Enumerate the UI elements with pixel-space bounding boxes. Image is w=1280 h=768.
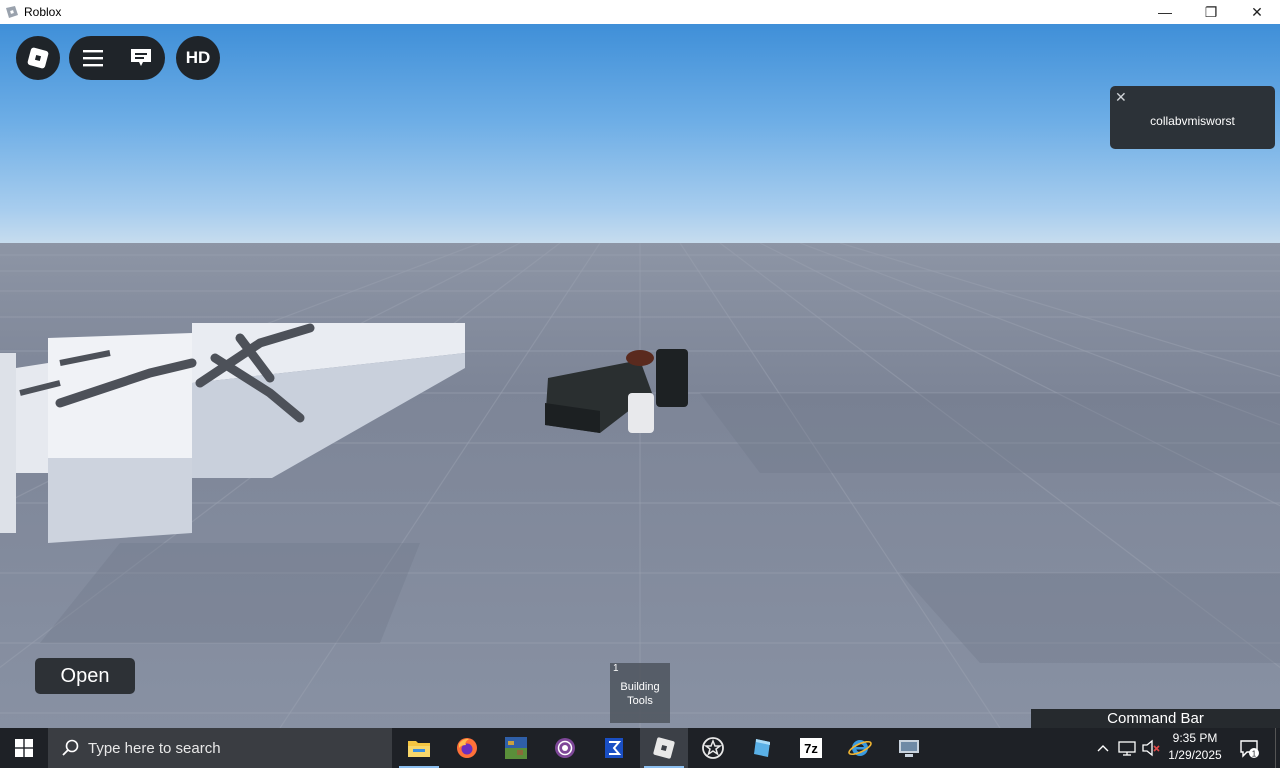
roblox-logo-icon xyxy=(27,47,49,69)
roblox-window-icon xyxy=(4,4,20,20)
search-placeholder: Type here to search xyxy=(88,739,221,757)
baseplate-grid xyxy=(0,243,1280,728)
notification-text: collabvmisworst xyxy=(1150,114,1235,128)
search-icon xyxy=(62,739,79,756)
hotbar-slot-building-tools[interactable]: 1 Building Tools xyxy=(610,663,670,723)
hd-admin-button[interactable]: HD xyxy=(176,36,220,80)
tray-volume-button[interactable] xyxy=(1140,728,1162,768)
clock-time: 9:35 PM xyxy=(1172,731,1218,745)
action-center-icon: 1 xyxy=(1240,740,1259,759)
close-button[interactable]: ✕ xyxy=(1234,0,1280,24)
internet-explorer-icon xyxy=(848,740,872,756)
chat-icon xyxy=(131,49,151,66)
action-center-button[interactable]: 1 xyxy=(1234,728,1264,768)
file-explorer-icon xyxy=(408,741,430,757)
windows-logo-icon xyxy=(15,739,33,757)
maximize-button[interactable]: ❐ xyxy=(1188,0,1234,24)
roblox-window: Roblox — ❐ ✕ HD ✕ collabvmisworst Open 1… xyxy=(0,0,1280,768)
roblox-studio-star-icon xyxy=(702,737,724,759)
firefox-icon xyxy=(457,738,477,758)
clock-date: 1/29/2025 xyxy=(1168,748,1222,762)
chat-button[interactable] xyxy=(121,38,161,78)
open-button[interactable]: Open xyxy=(35,658,135,694)
seven-zip-icon: 7z xyxy=(800,738,822,758)
taskbar-search-box[interactable]: Type here to search xyxy=(48,728,392,768)
command-bar[interactable]: Command Bar xyxy=(1031,709,1280,728)
tor-browser-icon xyxy=(555,738,575,758)
chevron-up-icon xyxy=(1097,745,1109,752)
start-button[interactable] xyxy=(0,728,48,768)
hotbar-slot-label: Building Tools xyxy=(620,681,660,707)
window-title: Roblox xyxy=(24,5,62,19)
windows-taskbar: Type here to search 7z 9:35 PM 1/29/2025… xyxy=(0,728,1280,768)
taskbar-firefox[interactable] xyxy=(443,728,491,768)
taskbar-clock[interactable]: 9:35 PM 1/29/2025 xyxy=(1164,730,1226,764)
roblox-menu-button[interactable] xyxy=(16,36,60,80)
network-icon xyxy=(1118,741,1136,756)
taskbar-roblox-studio[interactable] xyxy=(689,728,737,768)
notification-toast: ✕ collabvmisworst xyxy=(1110,86,1275,149)
taskbar-notepad-app[interactable] xyxy=(590,728,638,768)
minecraft-launcher-icon xyxy=(505,737,527,759)
paint-3d-icon xyxy=(754,739,770,757)
notification-close-button[interactable]: ✕ xyxy=(1115,89,1129,105)
title-bar: Roblox — ❐ ✕ xyxy=(0,0,1280,24)
taskbar-internet-explorer[interactable] xyxy=(836,728,884,768)
hamburger-icon xyxy=(83,50,103,67)
notepad-app-icon xyxy=(605,738,623,758)
seven-zip-label: 7z xyxy=(804,741,818,756)
game-viewport[interactable]: HD ✕ collabvmisworst Open 1 Building Too… xyxy=(0,24,1280,728)
taskbar-roblox[interactable] xyxy=(640,728,688,768)
tray-overflow-button[interactable] xyxy=(1094,728,1112,768)
hamburger-menu-button[interactable] xyxy=(73,38,113,78)
taskbar-minecraft[interactable] xyxy=(492,728,540,768)
menu-chat-pill xyxy=(69,36,165,80)
volume-muted-icon xyxy=(1142,739,1160,757)
roblox-app-icon xyxy=(653,737,675,759)
taskbar-file-explorer[interactable] xyxy=(395,728,443,768)
hotbar-slot-number: 1 xyxy=(613,663,619,674)
taskbar-paint-3d[interactable] xyxy=(738,728,786,768)
taskbar-7zip[interactable]: 7z xyxy=(787,728,835,768)
taskbar-remote-desktop[interactable] xyxy=(885,728,933,768)
minimize-button[interactable]: — xyxy=(1142,0,1188,24)
remote-desktop-icon xyxy=(899,740,919,757)
tray-network-button[interactable] xyxy=(1116,728,1138,768)
notification-count: 1 xyxy=(1252,750,1257,759)
taskbar-tor-browser[interactable] xyxy=(541,728,589,768)
show-desktop-button[interactable] xyxy=(1275,728,1280,768)
baseplate xyxy=(0,243,1280,728)
